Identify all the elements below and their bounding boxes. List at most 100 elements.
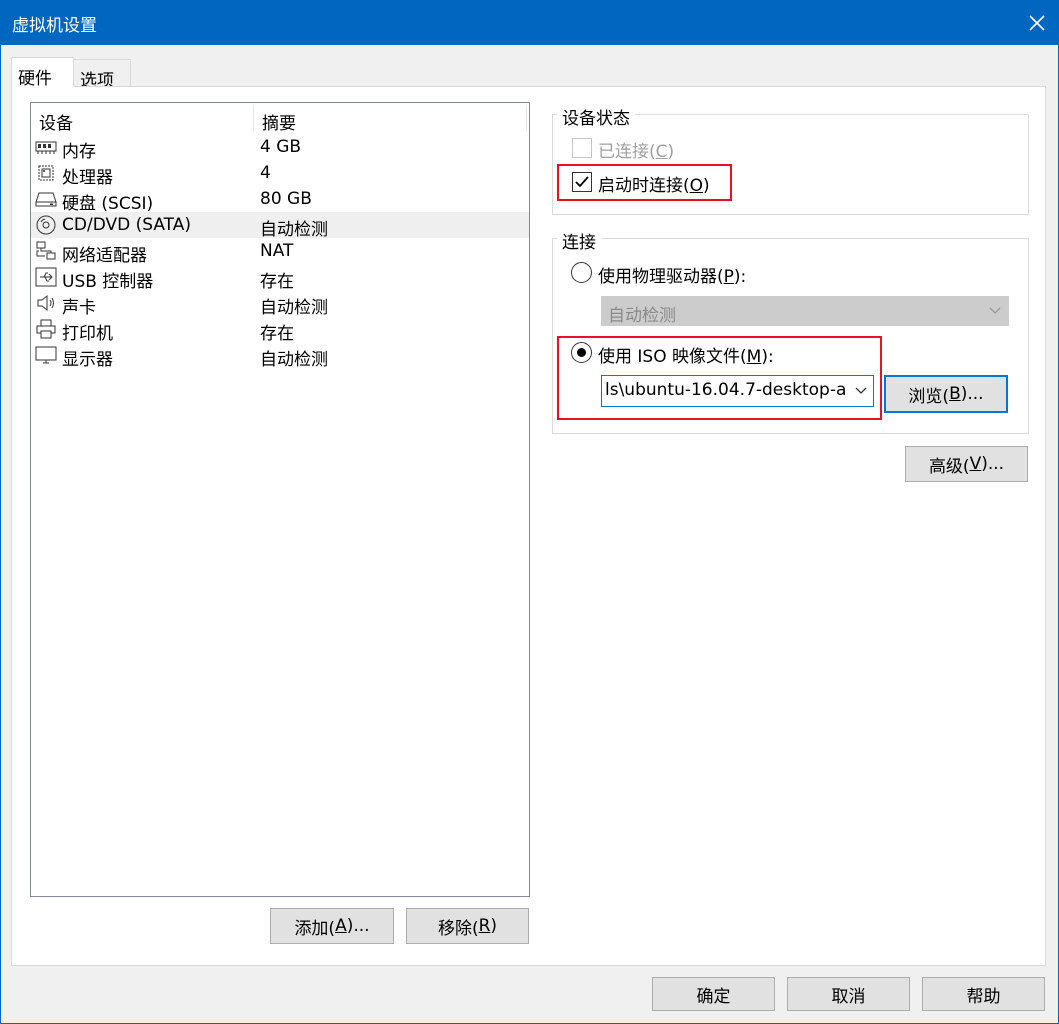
processor-icon: [35, 163, 57, 183]
physical-drive-accel-key: P: [723, 267, 734, 287]
iso-image-text: 使用 ISO 映像文件(: [598, 347, 747, 367]
list-header: 设备 摘要: [31, 103, 529, 134]
device-name: 显示器: [62, 350, 113, 370]
iso-image-accel-key: M: [746, 347, 762, 367]
physical-drive-select[interactable]: 自动检测: [601, 296, 1009, 326]
ok-button[interactable]: 确定: [652, 977, 775, 1011]
advanced-button[interactable]: 高级(V)...: [905, 446, 1028, 482]
device-name: 处理器: [62, 168, 113, 188]
device-name: 内存: [62, 142, 96, 162]
advanced-accel-key: V: [969, 454, 982, 474]
column-header-summary[interactable]: 摘要: [254, 103, 526, 134]
tab-hardware[interactable]: 硬件: [11, 57, 74, 89]
remove-suffix: ): [490, 916, 498, 936]
cancel-button[interactable]: 取消: [787, 977, 910, 1011]
help-button[interactable]: 帮助: [922, 977, 1045, 1011]
device-row[interactable]: 处理器 4: [31, 160, 529, 188]
device-summary: 自动检测: [260, 220, 328, 240]
device-row[interactable]: 打印机 存在: [31, 316, 529, 344]
device-name: 硬盘 (SCSI): [62, 194, 154, 214]
physical-drive-text: 使用物理驱动器(: [598, 267, 724, 287]
speaker-icon: [35, 293, 57, 313]
device-row[interactable]: 网络适配器 NAT: [31, 238, 529, 266]
usb-icon: [35, 267, 57, 287]
connected-text: 已连接(: [598, 142, 656, 162]
physical-drive-radio[interactable]: [571, 262, 592, 283]
tab-options[interactable]: 选项: [73, 59, 131, 91]
cd-dvd-icon: [35, 215, 57, 235]
device-rows: 内存 4 GB 处理器 4 硬盘 (SCSI) 80 GB CD/DVD (SATA) 自动检…: [31, 134, 529, 374]
device-row[interactable]: 硬盘 (SCSI) 80 GB: [31, 186, 529, 214]
device-name: 网络适配器: [62, 246, 147, 266]
browse-text: 浏览(: [908, 386, 950, 407]
radio-selected-dot: [577, 348, 586, 357]
connection-title: 连接: [557, 228, 601, 253]
checkmark-icon: [575, 176, 589, 188]
add-label: 添加(: [294, 918, 336, 939]
connect-at-power-on-checkbox[interactable]: [572, 172, 592, 192]
device-row[interactable]: 内存 4 GB: [31, 134, 529, 162]
iso-path-combobox[interactable]: ls\ubuntu-16.04.7-desktop-am: [601, 375, 874, 407]
remove-accel-key: R: [478, 916, 491, 936]
connect-at-power-on-text: 启动时连接(: [598, 176, 690, 196]
device-name: USB 控制器: [62, 272, 154, 292]
add-suffix: )...: [346, 916, 370, 936]
connect-at-power-on-suffix: ): [703, 176, 710, 196]
monitor-icon: [35, 345, 57, 365]
window-title: 虚拟机设置: [12, 16, 97, 36]
browse-suffix: )...: [960, 384, 984, 404]
device-summary: 自动检测: [260, 298, 328, 318]
connected-label: 已连接(C): [598, 137, 674, 162]
physical-drive-value: 自动检测: [608, 306, 676, 326]
device-row[interactable]: 声卡 自动检测: [31, 290, 529, 318]
network-adapter-icon: [35, 241, 57, 261]
tab-hardware-label: 硬件: [18, 69, 52, 89]
close-icon: [1028, 14, 1045, 31]
memory-icon: [35, 137, 57, 157]
remove-device-button[interactable]: 移除(R): [406, 908, 529, 944]
device-name: CD/DVD (SATA): [62, 215, 191, 235]
iso-path-input[interactable]: ls\ubuntu-16.04.7-desktop-am: [605, 380, 847, 400]
device-summary: 存在: [260, 324, 294, 344]
device-summary: NAT: [260, 241, 294, 261]
device-summary: 存在: [260, 272, 294, 292]
physical-drive-label[interactable]: 使用物理驱动器(P):: [598, 262, 746, 287]
connected-checkbox[interactable]: [572, 138, 592, 158]
column-separator[interactable]: [526, 105, 527, 131]
close-button[interactable]: [1014, 0, 1059, 45]
device-name: 打印机: [62, 324, 113, 344]
iso-image-label[interactable]: 使用 ISO 映像文件(M):: [598, 342, 774, 367]
chevron-down-icon: [989, 307, 1001, 314]
connect-at-power-on-label[interactable]: 启动时连接(O): [598, 171, 710, 196]
device-summary: 80 GB: [260, 189, 312, 209]
iso-image-radio[interactable]: [571, 342, 592, 363]
hard-disk-icon: [35, 189, 57, 209]
device-row[interactable]: CD/DVD (SATA) 自动检测: [31, 212, 529, 240]
iso-image-suffix: ):: [761, 347, 774, 367]
connect-at-power-on-accel-key: O: [689, 176, 704, 196]
remove-label: 移除(: [437, 918, 479, 939]
ok-label: 确定: [696, 986, 731, 1007]
device-summary: 4 GB: [260, 137, 302, 157]
advanced-suffix: )...: [981, 454, 1005, 474]
device-summary: 自动检测: [260, 350, 328, 370]
device-status-title: 设备状态: [557, 104, 635, 129]
cancel-label: 取消: [831, 986, 866, 1007]
add-accel-key: A: [335, 916, 347, 936]
device-row[interactable]: USB 控制器 存在: [31, 264, 529, 292]
advanced-text: 高级(: [928, 456, 970, 477]
browse-button[interactable]: 浏览(B)...: [884, 375, 1008, 413]
connected-accel-key: C: [655, 142, 668, 162]
help-label: 帮助: [966, 986, 1001, 1007]
device-list[interactable]: 设备 摘要 内存 4 GB 处理器 4 硬盘 (SCSI) 80 GB CD/DVD (SA…: [30, 102, 530, 897]
browse-accel-key: B: [949, 384, 961, 404]
window-border-left: [0, 45, 1, 1024]
add-device-button[interactable]: 添加(A)...: [270, 908, 394, 944]
physical-drive-suffix: ):: [733, 267, 747, 287]
column-header-device[interactable]: 设备: [31, 103, 253, 134]
chevron-down-icon[interactable]: [855, 387, 867, 395]
connected-suffix: ): [667, 142, 675, 162]
device-summary: 4: [260, 163, 271, 183]
device-row[interactable]: 显示器 自动检测: [31, 342, 529, 370]
device-name: 声卡: [62, 298, 96, 318]
